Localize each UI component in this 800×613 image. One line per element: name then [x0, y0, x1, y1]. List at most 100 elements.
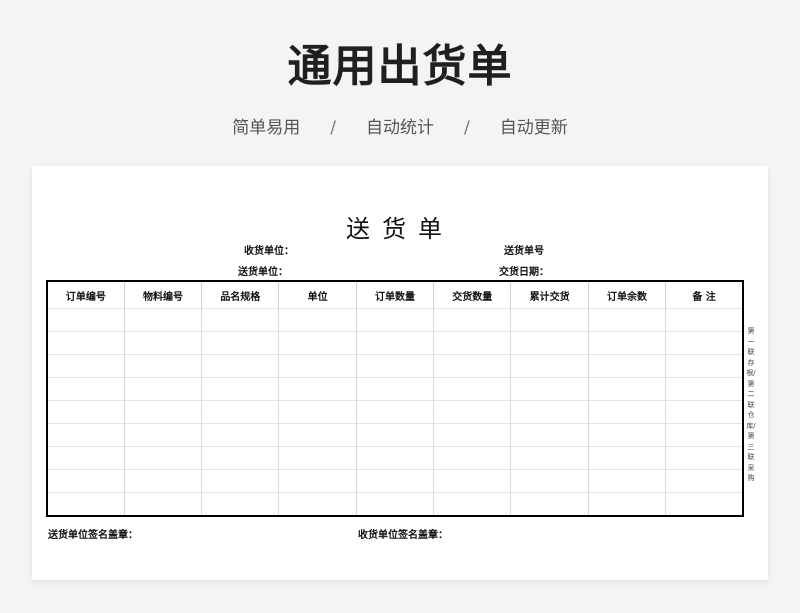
table-cell[interactable]: [587, 331, 666, 355]
table-cell[interactable]: [47, 446, 125, 470]
table-cell[interactable]: [201, 308, 279, 332]
table-cell[interactable]: [510, 400, 589, 424]
table-cell[interactable]: [355, 446, 434, 470]
column-header: 品名规格: [201, 281, 279, 309]
table-cell[interactable]: [47, 400, 125, 424]
order-number-label: 送货单号: [504, 246, 544, 257]
table-cell[interactable]: [665, 308, 743, 332]
table-cell[interactable]: [433, 400, 511, 424]
table-cell[interactable]: [587, 308, 666, 332]
table-cell[interactable]: [123, 400, 202, 424]
table-cell[interactable]: [510, 469, 589, 493]
table-cell[interactable]: [123, 308, 202, 332]
table-cell[interactable]: [47, 492, 125, 516]
table-cell[interactable]: [510, 492, 589, 516]
table-cell[interactable]: [587, 377, 666, 401]
table-cell[interactable]: [47, 423, 125, 447]
table-cell[interactable]: [201, 446, 279, 470]
table-cell[interactable]: [587, 492, 666, 516]
table-cell[interactable]: [123, 446, 202, 470]
table-cell[interactable]: [201, 331, 279, 355]
page-title: 通用出货单: [287, 41, 513, 92]
table-cell[interactable]: [510, 331, 589, 355]
table-row: [47, 331, 743, 355]
sender-signature-label: 送货单位签名盖章：: [48, 530, 138, 541]
table-cell[interactable]: [433, 492, 511, 516]
table-cell[interactable]: [665, 469, 743, 493]
column-header: 订单编号: [65, 291, 106, 303]
table-cell[interactable]: [123, 331, 202, 355]
column-header: 单位: [278, 281, 357, 309]
document-title: 送货单: [346, 215, 454, 243]
table-cell[interactable]: [587, 446, 666, 470]
table-cell[interactable]: [123, 377, 202, 401]
table-cell[interactable]: [278, 492, 357, 516]
table-cell[interactable]: [587, 423, 666, 447]
table-cell[interactable]: [665, 377, 743, 401]
column-header: 累计交货: [510, 281, 589, 309]
table-cell[interactable]: [510, 354, 589, 378]
table-cell[interactable]: [278, 423, 357, 447]
table-cell[interactable]: [587, 469, 666, 493]
table-cell[interactable]: [665, 400, 743, 424]
table-cell[interactable]: [47, 354, 125, 378]
table-cell[interactable]: [201, 423, 279, 447]
table-cell[interactable]: [433, 446, 511, 470]
table-cell[interactable]: [201, 377, 279, 401]
table-cell[interactable]: [278, 377, 357, 401]
table-cell[interactable]: [278, 469, 357, 493]
table-cell[interactable]: [665, 331, 743, 355]
table-row: [47, 377, 743, 401]
table-cell[interactable]: [355, 308, 434, 332]
table-cell[interactable]: [278, 331, 357, 355]
table-cell[interactable]: [47, 377, 125, 401]
table-row: [47, 446, 743, 470]
table-cell[interactable]: [665, 423, 743, 447]
table-cell[interactable]: [433, 423, 511, 447]
table-cell[interactable]: [47, 308, 125, 332]
table-cell[interactable]: [587, 354, 666, 378]
table-cell[interactable]: [123, 469, 202, 493]
delivery-table: 订单编号 物料编号 品名规格 单位 订单数量 交货数量 累计交货 订单余数 备 …: [46, 280, 744, 517]
table-cell[interactable]: [665, 354, 743, 378]
table-cell[interactable]: [355, 331, 434, 355]
table-cell[interactable]: [123, 423, 202, 447]
table-cell[interactable]: [278, 308, 357, 332]
copy-distribution-note: 第一联存根/第二联仓库/第三联采购: [746, 327, 756, 482]
table-cell[interactable]: [433, 354, 511, 378]
table-cell[interactable]: [355, 400, 434, 424]
table-cell[interactable]: [278, 354, 357, 378]
table-cell[interactable]: [201, 492, 279, 516]
table-cell[interactable]: [47, 469, 125, 493]
table-cell[interactable]: [123, 354, 202, 378]
table-cell[interactable]: [587, 400, 666, 424]
table-cell[interactable]: [278, 400, 357, 424]
tag-separator: /: [464, 118, 470, 138]
table-cell[interactable]: [433, 331, 511, 355]
tag-separator: /: [330, 118, 336, 138]
table-cell[interactable]: [201, 354, 279, 378]
column-header: 备 注: [665, 281, 743, 309]
table-cell[interactable]: [665, 492, 743, 516]
table-cell[interactable]: [201, 469, 279, 493]
table-row: [47, 400, 743, 424]
table-cell[interactable]: [355, 354, 434, 378]
table-cell[interactable]: [665, 446, 743, 470]
table-cell[interactable]: [433, 377, 511, 401]
table-cell[interactable]: [510, 377, 589, 401]
table-cell[interactable]: [433, 469, 511, 493]
table-cell[interactable]: [123, 492, 202, 516]
table-cell[interactable]: [47, 331, 125, 355]
table-cell[interactable]: [355, 423, 434, 447]
table-cell[interactable]: [510, 308, 589, 332]
table-cell[interactable]: [433, 308, 511, 332]
document-sheet: 送货单 收货单位： 送货单位： 送货单号 交货日期： 订单编号 物料编号 品名规…: [32, 166, 768, 580]
table-cell[interactable]: [510, 446, 589, 470]
table-cell[interactable]: [201, 400, 279, 424]
table-cell[interactable]: [355, 469, 434, 493]
table-cell[interactable]: [355, 377, 434, 401]
table-cell[interactable]: [355, 492, 434, 516]
feature-tags: 简单易用 / 自动统计 / 自动更新: [0, 113, 800, 138]
table-cell[interactable]: [510, 423, 589, 447]
table-cell[interactable]: [278, 446, 357, 470]
